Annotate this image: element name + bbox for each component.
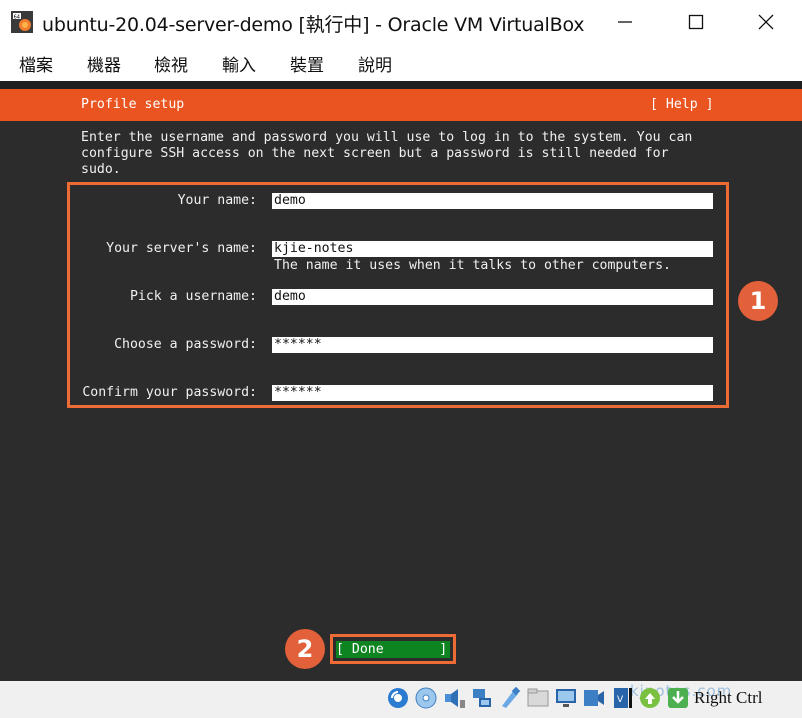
- window-title: ubuntu-20.04-server-demo [執行中] - Oracle …: [42, 14, 585, 36]
- display-icon[interactable]: [554, 686, 578, 710]
- cd-icon[interactable]: [414, 686, 438, 710]
- mouse-integration-icon[interactable]: [638, 686, 662, 710]
- cpu-icon[interactable]: V: [610, 686, 634, 710]
- menu-input[interactable]: 輸入: [222, 51, 256, 76]
- intro-line: Enter the username and password you will…: [81, 130, 693, 145]
- minimize-button[interactable]: [602, 0, 648, 44]
- network-icon[interactable]: [470, 686, 494, 710]
- screen-top-band: [0, 81, 802, 89]
- shared-folder-icon[interactable]: [526, 686, 550, 710]
- host-key-label: Right Ctrl: [694, 688, 763, 707]
- done-button[interactable]: [ Done ]: [336, 641, 450, 658]
- maximize-button[interactable]: [673, 0, 719, 44]
- intro-text: Enter the username and password you will…: [81, 130, 692, 178]
- menu-view[interactable]: 檢視: [154, 51, 188, 76]
- intro-line: configure SSH access on the next screen …: [81, 146, 669, 161]
- status-bar: kjnotes.com V Right Ctrl: [0, 681, 802, 718]
- menu-machine[interactable]: 機器: [87, 51, 121, 76]
- recording-icon[interactable]: [582, 686, 606, 710]
- menu-devices[interactable]: 裝置: [290, 51, 324, 76]
- maximize-icon: [688, 14, 704, 30]
- download-icon[interactable]: [666, 686, 690, 710]
- svg-text:V: V: [617, 695, 624, 705]
- installer-header: Profile setup [ Help ]: [0, 89, 802, 121]
- help-button[interactable]: [ Help ]: [650, 97, 714, 112]
- annotation-box-fields: [67, 182, 729, 408]
- header-title: Profile setup: [81, 97, 185, 112]
- annotation-badge-1: 1: [738, 281, 778, 321]
- close-icon: [758, 14, 774, 30]
- menu-help[interactable]: 說明: [358, 51, 392, 76]
- close-button[interactable]: [743, 0, 789, 44]
- svg-text:64: 64: [14, 14, 20, 20]
- usb-icon[interactable]: [498, 686, 522, 710]
- audio-icon[interactable]: [442, 686, 466, 710]
- annotation-badge-2: 2: [285, 629, 325, 669]
- vm-screen[interactable]: Profile setup [ Help ] Enter the usernam…: [0, 81, 802, 681]
- title-bar: 64 ubuntu-20.04-server-demo [執行中] - Orac…: [0, 0, 802, 44]
- virtualbox-vm-icon: 64: [11, 11, 33, 33]
- optical-drive-icon[interactable]: [386, 686, 410, 710]
- menu-file[interactable]: 檔案: [19, 51, 53, 76]
- minimize-icon: [618, 21, 632, 23]
- intro-line: sudo.: [81, 162, 121, 177]
- menu-bar: 檔案 機器 檢視 輸入 裝置 說明: [0, 44, 802, 80]
